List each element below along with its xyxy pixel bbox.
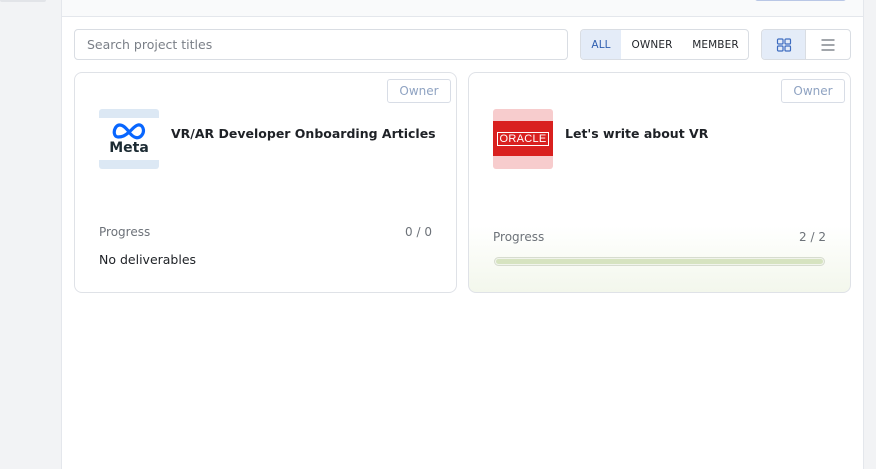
- filter-all-button[interactable]: ALL: [581, 30, 621, 59]
- left-rail-tab: [0, 0, 46, 2]
- role-filter-group: ALL OWNER MEMBER: [580, 29, 749, 60]
- progress-bar: [494, 257, 825, 266]
- progress-count: 2 / 2: [799, 230, 826, 244]
- deliverables-note: No deliverables: [99, 252, 197, 267]
- progress-label: Progress: [493, 230, 545, 244]
- filter-owner-button[interactable]: OWNER: [621, 30, 683, 59]
- logo-text: ORACLE: [497, 131, 549, 146]
- grid-view-button[interactable]: [762, 30, 806, 59]
- project-logo: ORACLE: [493, 109, 553, 169]
- list-view-button[interactable]: [806, 30, 850, 59]
- search-input[interactable]: [74, 29, 568, 60]
- panel-header: [62, 0, 863, 17]
- project-card[interactable]: Owner ORACLE Let's write about VR Progre…: [468, 72, 851, 293]
- logo-text: Meta: [109, 140, 149, 156]
- project-title[interactable]: Let's write about VR: [565, 126, 708, 141]
- list-icon: [821, 38, 835, 51]
- progress-label: Progress: [99, 225, 151, 239]
- role-badge: Owner: [387, 79, 451, 103]
- project-card[interactable]: Owner Meta VR/AR Developer Onboarding Ar…: [74, 72, 457, 293]
- progress-count: 0 / 0: [405, 225, 432, 239]
- project-title[interactable]: VR/AR Developer Onboarding Articles: [171, 126, 436, 141]
- header-action-button[interactable]: [755, 0, 846, 1]
- view-toggle-group: [761, 29, 851, 60]
- filter-member-button[interactable]: MEMBER: [683, 30, 748, 59]
- meta-infinity-icon: [112, 123, 145, 140]
- project-logo: Meta: [99, 109, 159, 169]
- grid-icon: [776, 37, 791, 52]
- projects-panel: ALL OWNER MEMBER Owner: [61, 0, 864, 469]
- role-badge: Owner: [781, 79, 845, 103]
- progress-bar-fill: [496, 259, 823, 264]
